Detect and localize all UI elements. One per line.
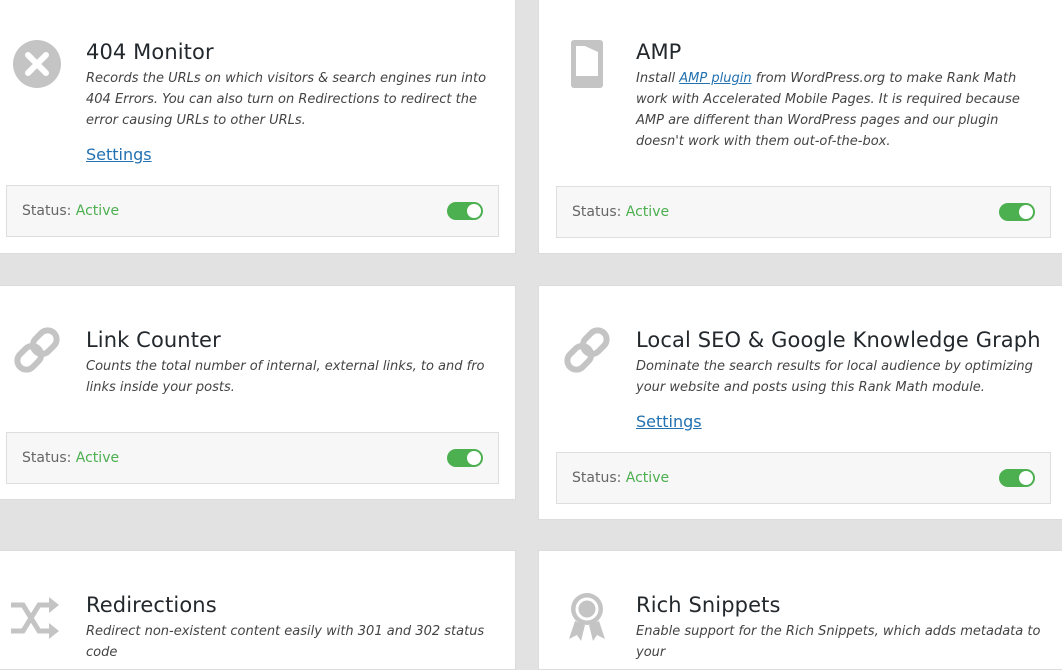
toggle-knob	[1019, 205, 1033, 219]
amp-plugin-link[interactable]: AMP plugin	[679, 71, 751, 86]
module-title: Redirections	[86, 593, 217, 617]
module-toggle-switch[interactable]	[999, 203, 1035, 221]
module-toggle-switch[interactable]	[999, 469, 1035, 487]
module-title: 404 Monitor	[86, 40, 214, 64]
module-description: Enable support for the Rich Snippets, wh…	[636, 624, 1041, 660]
status-bar: Status: Active	[556, 186, 1051, 238]
close-circle-icon	[11, 38, 63, 90]
module-description: Records the URLs on which visitors & sea…	[86, 71, 487, 128]
status-bar: Status: Active	[6, 432, 499, 484]
status-badge: Active	[625, 204, 670, 220]
award-badge-icon	[561, 591, 613, 643]
module-title: AMP	[636, 40, 682, 64]
module-description: Dominate the search results for local au…	[636, 359, 1033, 395]
link-icon	[561, 324, 613, 376]
status-text: Status: Active	[22, 450, 120, 466]
module-card-404-monitor: 404 Monitor Records the URLs on which vi…	[0, 0, 516, 254]
status-bar: Status: Active	[556, 452, 1051, 504]
module-description: Counts the total number of internal, ext…	[86, 359, 485, 395]
status-badge: Active	[625, 470, 670, 486]
toggle-knob	[1019, 471, 1033, 485]
status-badge: Active	[75, 450, 120, 466]
settings-link[interactable]: Settings	[86, 145, 152, 164]
status-text: Status: Active	[572, 204, 670, 220]
module-card-redirections: Redirections Redirect non-existent conte…	[0, 550, 516, 670]
status-badge: Active	[75, 203, 120, 219]
module-card-local-seo: Local SEO & Google Knowledge Graph Domin…	[538, 285, 1062, 520]
link-icon	[11, 324, 63, 376]
module-title: Link Counter	[86, 328, 221, 352]
module-card-link-counter: Link Counter Counts the total number of …	[0, 285, 516, 500]
status-bar: Status: Active	[6, 185, 499, 237]
toggle-knob	[467, 451, 481, 465]
mobile-device-icon	[561, 38, 613, 90]
settings-link[interactable]: Settings	[636, 412, 702, 431]
module-description: Redirect non-existent content easily wit…	[86, 624, 485, 660]
module-title: Local SEO & Google Knowledge Graph	[636, 328, 1041, 352]
status-text: Status: Active	[22, 203, 120, 219]
shuffle-icon	[9, 593, 61, 645]
module-toggle-switch[interactable]	[447, 202, 483, 220]
toggle-knob	[467, 204, 481, 218]
module-title: Rich Snippets	[636, 593, 781, 617]
module-card-rich-snippets: Rich Snippets Enable support for the Ric…	[538, 550, 1062, 670]
status-text: Status: Active	[572, 470, 670, 486]
module-toggle-switch[interactable]	[447, 449, 483, 467]
module-description: Install AMP plugin from WordPress.org to…	[636, 71, 1020, 149]
module-card-amp: AMP Install AMP plugin from WordPress.or…	[538, 0, 1062, 254]
